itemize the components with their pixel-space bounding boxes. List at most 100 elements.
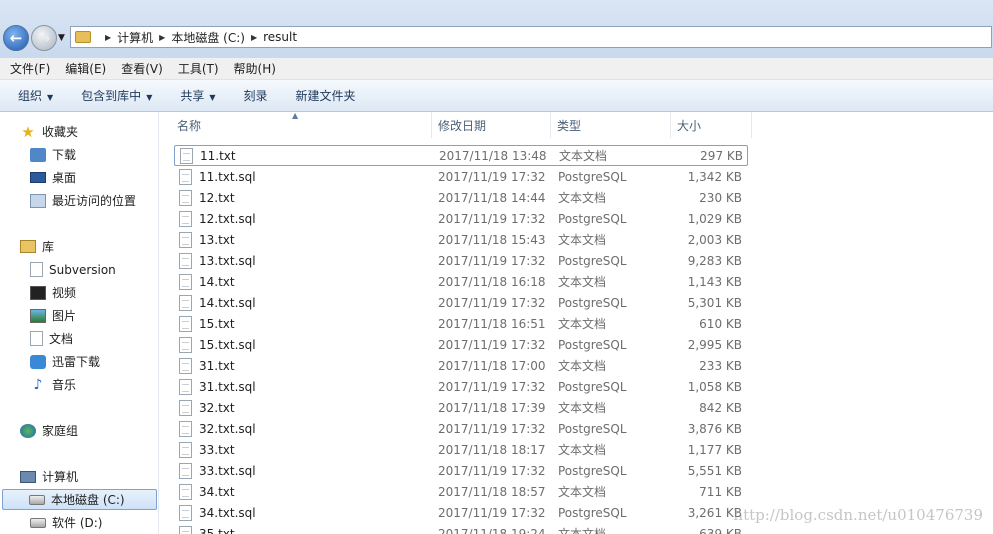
file-date: 2017/11/18 17:00 xyxy=(438,358,546,373)
column-header-type[interactable]: 类型 xyxy=(551,112,671,138)
text-file-icon xyxy=(179,420,192,437)
file-date: 2017/11/19 17:32 xyxy=(438,505,546,520)
file-type: 文本文档 xyxy=(558,233,607,247)
column-header-date[interactable]: 修改日期 xyxy=(432,112,551,138)
file-row[interactable]: 14.txt 2017/11/18 16:18 文本文档 1,143 KB xyxy=(174,271,748,292)
nav-item-recent-places[interactable]: 最近访问的位置 xyxy=(0,190,158,211)
nav-item-label: 软件 (D:) xyxy=(52,516,103,530)
file-row[interactable]: 11.txt 2017/11/18 13:48 文本文档 297 KB xyxy=(174,145,748,166)
nav-item-label: 视频 xyxy=(52,286,77,300)
watermark: http://blog.csdn.net/u010476739 xyxy=(733,506,983,524)
file-row[interactable]: 12.txt 2017/11/18 14:44 文本文档 230 KB xyxy=(174,187,748,208)
file-row[interactable]: 11.txt.sql 2017/11/19 17:32 PostgreSQL 1,34… xyxy=(174,166,748,187)
new-folder-button[interactable]: 新建文件夹 xyxy=(296,87,356,104)
text-file-icon xyxy=(179,504,192,521)
chevron-right-icon[interactable]: ▶ xyxy=(159,33,165,42)
file-name-cell: 11.txt xyxy=(175,147,439,164)
column-header-size[interactable]: 大小 xyxy=(671,112,752,138)
nav-item-libraries[interactable]: 库 xyxy=(0,236,158,257)
menu-edit[interactable]: 编辑(E) xyxy=(65,60,106,77)
picture-icon xyxy=(30,308,46,323)
file-name-cell: 34.txt.sql xyxy=(174,504,438,521)
file-row[interactable]: 34.txt 2017/11/18 18:57 文本文档 711 KB xyxy=(174,481,748,502)
nav-item-desktop[interactable]: 桌面 xyxy=(0,167,158,188)
file-row[interactable]: 32.txt 2017/11/18 17:39 文本文档 842 KB xyxy=(174,397,748,418)
file-row[interactable]: 12.txt.sql 2017/11/19 17:32 PostgreSQL 1,02… xyxy=(174,208,748,229)
breadcrumb-computer[interactable]: 计算机 xyxy=(117,29,153,46)
file-name: 13.txt xyxy=(199,232,235,247)
file-type: 文本文档 xyxy=(558,401,607,415)
file-row[interactable]: 15.txt 2017/11/18 16:51 文本文档 610 KB xyxy=(174,313,748,334)
file-name: 34.txt xyxy=(199,484,235,499)
menu-help[interactable]: 帮助(H) xyxy=(234,60,276,77)
text-file-icon xyxy=(179,210,192,227)
text-file-icon xyxy=(179,525,192,534)
recent-pages-dropdown-icon[interactable]: ▼ xyxy=(58,33,65,43)
menu-tools[interactable]: 工具(T) xyxy=(178,60,219,77)
nav-item-computer[interactable]: 计算机 xyxy=(0,466,158,487)
file-row[interactable]: 13.txt.sql 2017/11/19 17:32 PostgreSQL 9,28… xyxy=(174,250,748,271)
file-name: 35.txt xyxy=(199,526,235,534)
text-file-icon xyxy=(179,336,192,353)
file-row[interactable]: 32.txt.sql 2017/11/19 17:32 PostgreSQL 3,87… xyxy=(174,418,748,439)
file-date: 2017/11/18 19:24 xyxy=(438,526,546,534)
text-file-icon xyxy=(179,294,192,311)
file-size: 3,261 KB xyxy=(687,505,742,520)
burn-button[interactable]: 刻录 xyxy=(244,87,268,104)
nav-item-xunlei-downloads[interactable]: 迅雷下载 xyxy=(0,351,158,372)
nav-item-label: 图片 xyxy=(52,309,77,323)
file-type: PostgreSQL xyxy=(558,169,627,184)
forward-button[interactable]: → xyxy=(31,25,57,51)
subversion-library-icon xyxy=(30,262,43,277)
nav-item-downloads[interactable]: 下载 xyxy=(0,144,158,165)
nav-item-drive-c[interactable]: 本地磁盘 (C:) xyxy=(2,489,157,510)
breadcrumb-drive-c[interactable]: 本地磁盘 (C:) xyxy=(171,29,245,46)
title-bar: ← → ▼ ▶ 计算机 ▶ 本地磁盘 (C:) ▶ result xyxy=(0,0,993,58)
include-in-library-button[interactable]: 包含到库中 ▼ xyxy=(81,87,152,104)
chevron-right-icon[interactable]: ▶ xyxy=(105,33,111,42)
nav-item-documents[interactable]: 文档 xyxy=(0,328,158,349)
back-button[interactable]: ← xyxy=(3,25,29,51)
text-file-icon xyxy=(179,273,192,290)
file-date: 2017/11/19 17:32 xyxy=(438,211,546,226)
organize-button[interactable]: 组织 ▼ xyxy=(18,87,53,104)
file-size: 1,058 KB xyxy=(687,379,742,394)
nav-item-videos[interactable]: 视频 xyxy=(0,282,158,303)
nav-item-homegroup[interactable]: 家庭组 xyxy=(0,420,158,441)
nav-item-subversion[interactable]: Subversion xyxy=(0,259,158,280)
file-size: 1,143 KB xyxy=(687,274,742,289)
file-row[interactable]: 14.txt.sql 2017/11/19 17:32 PostgreSQL 5,30… xyxy=(174,292,748,313)
file-size: 3,876 KB xyxy=(687,421,742,436)
file-name-cell: 12.txt.sql xyxy=(174,210,438,227)
file-row[interactable]: 33.txt.sql 2017/11/19 17:32 PostgreSQL 5,55… xyxy=(174,460,748,481)
file-row[interactable]: 34.txt.sql 2017/11/19 17:32 PostgreSQL 3,26… xyxy=(174,502,748,523)
nav-item-label: 桌面 xyxy=(52,171,77,185)
menu-view[interactable]: 查看(V) xyxy=(121,60,163,77)
file-size: 5,301 KB xyxy=(687,295,742,310)
file-row[interactable]: 31.txt 2017/11/18 17:00 文本文档 233 KB xyxy=(174,355,748,376)
menu-bar: 文件(F) 编辑(E) 查看(V) 工具(T) 帮助(H) xyxy=(0,58,993,80)
text-file-icon xyxy=(179,168,192,185)
nav-item-label: 文档 xyxy=(49,332,74,346)
chevron-right-icon[interactable]: ▶ xyxy=(251,33,257,42)
file-row[interactable]: 13.txt 2017/11/18 15:43 文本文档 2,003 KB xyxy=(174,229,748,250)
nav-item-pictures[interactable]: 图片 xyxy=(0,305,158,326)
nav-item-favorites[interactable]: ★ 收藏夹 xyxy=(0,121,158,142)
navigation-pane: ★ 收藏夹 下载 桌面 最近访问的位置 库 Subversion 视频 图片 文… xyxy=(0,112,159,534)
nav-item-label: 库 xyxy=(42,240,55,254)
file-row[interactable]: 35.txt 2017/11/18 19:24 文本文档 639 KB xyxy=(174,523,748,534)
nav-item-drive-d[interactable]: 软件 (D:) xyxy=(0,512,158,533)
column-header-name[interactable]: ▲ 名称 xyxy=(160,111,432,138)
breadcrumb-result[interactable]: result xyxy=(263,30,297,44)
file-row[interactable]: 15.txt.sql 2017/11/19 17:32 PostgreSQL 2,99… xyxy=(174,334,748,355)
file-type: 文本文档 xyxy=(558,485,607,499)
nav-item-music[interactable]: ♪ 音乐 xyxy=(0,374,158,395)
file-type: 文本文档 xyxy=(558,527,607,534)
share-button[interactable]: 共享 ▼ xyxy=(180,87,215,104)
nav-item-label: 家庭组 xyxy=(42,424,79,438)
menu-file[interactable]: 文件(F) xyxy=(10,60,50,77)
address-bar[interactable]: ▶ 计算机 ▶ 本地磁盘 (C:) ▶ result xyxy=(70,26,992,48)
file-row[interactable]: 33.txt 2017/11/18 18:17 文本文档 1,177 KB xyxy=(174,439,748,460)
file-row[interactable]: 31.txt.sql 2017/11/19 17:32 PostgreSQL 1,05… xyxy=(174,376,748,397)
file-date: 2017/11/18 16:18 xyxy=(438,274,546,289)
